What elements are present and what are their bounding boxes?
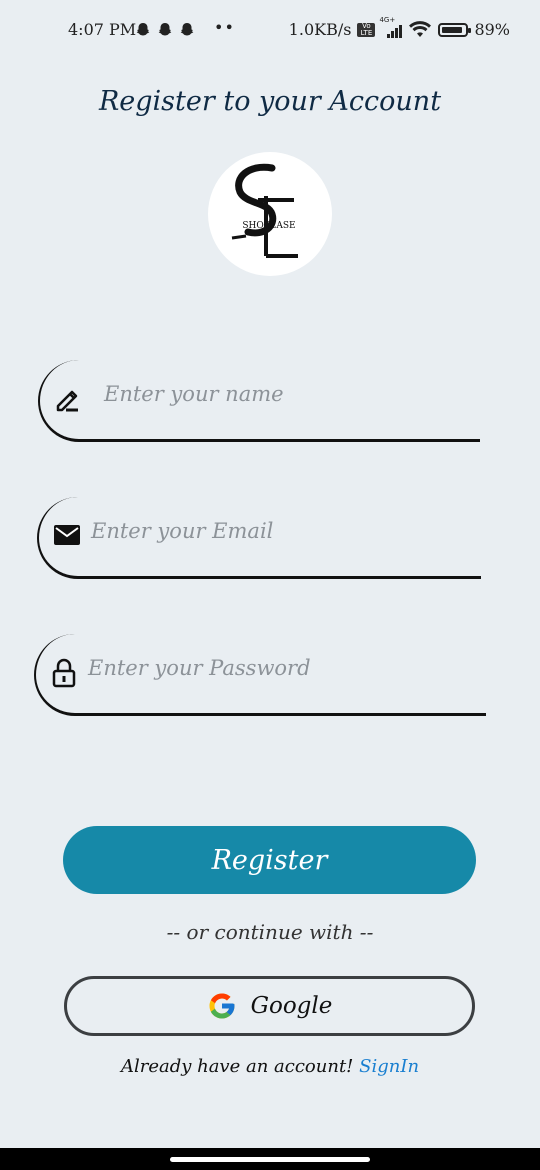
home-indicator[interactable] [170,1157,370,1162]
logo-text: SHOPEASE [242,221,295,231]
signal-icon: 4G+ [379,16,403,38]
or-continue-text: -- or continue with -- [166,920,374,944]
email-field[interactable]: Enter your Email [37,497,481,579]
mail-icon [54,525,80,545]
password-field[interactable]: Enter your Password [34,634,486,716]
signin-link[interactable]: SignIn [359,1056,419,1077]
pencil-icon [56,390,78,412]
email-input[interactable]: Enter your Email [91,519,273,543]
already-text: Already have an account! [120,1056,354,1077]
app-logo: SHOPEASE [208,152,332,276]
volte-icon: Vo LTE [357,22,376,37]
snapchat-icon [180,23,194,36]
signin-prompt: Already have an account! SignIn [0,1056,540,1077]
snapchat-icon [136,23,150,36]
battery-percent: 89% [474,20,510,39]
notification-icons [135,22,195,38]
password-input[interactable]: Enter your Password [88,656,311,680]
name-input[interactable]: Enter your name [104,382,284,406]
status-right: 1.0KB/s Vo LTE 4G+ 89% [288,16,510,40]
lock-icon [52,658,76,688]
status-bar: 4:07 PM •• 1.0KB/s Vo LTE 4G+ 89% [0,0,540,62]
more-notifications-icon: •• [214,18,235,37]
name-field[interactable]: Enter your name [38,360,480,442]
battery-level [442,26,463,33]
system-nav-bar [0,1148,540,1170]
register-button[interactable]: Register [63,826,476,894]
snapchat-icon [158,23,172,36]
google-signin-button[interactable]: Google [64,976,475,1036]
network-type: 4G+ [379,15,396,24]
battery-icon [438,22,472,37]
wifi-icon [409,20,432,37]
page-title: Register to your Account [98,86,442,117]
google-button-label: Google [250,993,333,1019]
network-speed: 1.0KB/s [288,20,352,39]
google-icon [209,993,235,1019]
status-time: 4:07 PM [68,20,137,39]
